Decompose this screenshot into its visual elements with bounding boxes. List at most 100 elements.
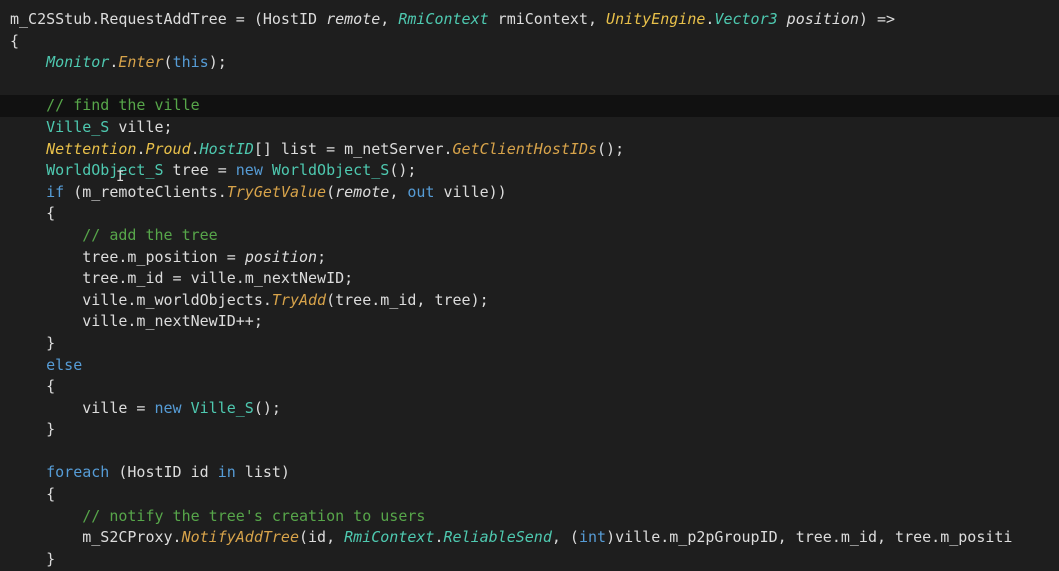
code-token: ville.m_worldObjects. xyxy=(10,290,272,309)
code-token: ) => xyxy=(858,10,896,28)
code-token: out xyxy=(407,182,435,201)
code-token: ville.m_nextNewID++; xyxy=(10,312,263,331)
code-line[interactable]: } xyxy=(10,333,1059,355)
code-line[interactable]: Ville_S ville; xyxy=(10,117,1059,139)
code-line[interactable]: { xyxy=(10,484,1059,506)
code-token: . xyxy=(190,139,200,158)
code-token: } xyxy=(10,549,56,568)
code-token: else xyxy=(46,355,83,374)
code-token: if xyxy=(46,182,65,201)
code-token: Nettention xyxy=(46,139,137,158)
code-token: UnityEngine xyxy=(606,10,706,28)
code-line[interactable] xyxy=(10,74,1059,96)
code-token: Ville_S xyxy=(46,117,110,136)
code-token: ville)) xyxy=(434,182,507,201)
code-token: RmiContext xyxy=(344,528,435,547)
code-token: ville = xyxy=(10,398,155,417)
code-token: m_C2SStub.RequestAddTree = (HostID xyxy=(10,10,327,28)
code-token: . xyxy=(434,528,444,547)
code-line[interactable]: m_C2SStub.RequestAddTree = (HostID remot… xyxy=(10,9,1059,31)
code-token: { xyxy=(10,485,56,504)
code-token: remote xyxy=(335,182,390,201)
code-line[interactable] xyxy=(10,441,1059,463)
code-token: RmiContext xyxy=(398,10,489,28)
code-line[interactable]: foreach (HostID id in list) xyxy=(10,462,1059,484)
code-token: GetClientHostIDs xyxy=(452,139,598,158)
code-token: // find the ville xyxy=(46,96,200,115)
code-token: } xyxy=(10,420,56,439)
code-line[interactable]: } xyxy=(10,419,1059,441)
code-token: TryAdd xyxy=(271,290,327,309)
code-token: tree.m_id = ville.m_nextNewID; xyxy=(10,269,354,288)
code-token: ( xyxy=(163,53,173,72)
code-line[interactable]: Nettention.Proud.HostID[] list = m_netSe… xyxy=(10,139,1059,161)
code-token: (); xyxy=(253,398,281,417)
code-token: rmiContext, xyxy=(488,10,607,28)
code-token: Monitor xyxy=(46,53,110,72)
code-line[interactable]: tree.m_position = position; xyxy=(10,247,1059,269)
code-token: [] list = m_netServer. xyxy=(253,139,453,158)
code-line[interactable]: ville = new Ville_S(); xyxy=(10,398,1059,420)
code-token: } xyxy=(10,333,56,352)
code-token: Proud xyxy=(145,139,191,158)
code-token: ; xyxy=(317,247,327,266)
code-token: Enter xyxy=(118,53,164,72)
code-line[interactable]: else xyxy=(10,355,1059,377)
code-token: (); xyxy=(389,161,417,180)
code-token: list) xyxy=(235,463,290,482)
code-token: { xyxy=(10,377,56,396)
code-line[interactable]: tree.m_id = ville.m_nextNewID; xyxy=(10,268,1059,290)
code-token: new xyxy=(154,398,182,417)
code-token: ( xyxy=(326,182,336,201)
code-token: ville; xyxy=(109,117,173,136)
code-line[interactable]: ville.m_worldObjects.TryAdd(tree.m_id, t… xyxy=(10,290,1059,312)
code-token: WorldObject_S xyxy=(271,161,390,180)
code-token: (m_remoteClients. xyxy=(64,182,227,201)
code-line[interactable]: } xyxy=(10,549,1059,571)
code-line[interactable]: // find the ville xyxy=(0,95,1059,117)
code-token: { xyxy=(10,204,56,223)
code-line[interactable]: ville.m_nextNewID++; xyxy=(10,311,1059,333)
code-token: { xyxy=(10,31,20,50)
code-token: ); xyxy=(208,53,227,72)
code-token: (); xyxy=(597,139,625,158)
code-editor[interactable]: m_C2SStub.RequestAddTree = (HostID remot… xyxy=(0,0,1059,571)
code-token: position xyxy=(786,10,859,28)
code-line[interactable]: WorldObject_S tree = new WorldObject_S()… xyxy=(10,160,1059,182)
code-token: TryGetValue xyxy=(226,182,327,201)
code-token: in xyxy=(217,463,236,482)
code-line[interactable]: // add the tree xyxy=(10,225,1059,247)
code-line[interactable]: // notify the tree's creation to users xyxy=(10,506,1059,528)
code-token: Vector3 xyxy=(714,10,778,28)
code-token: // add the tree xyxy=(82,225,218,244)
code-lines: m_C2SStub.RequestAddTree = (HostID remot… xyxy=(0,9,1059,571)
code-line[interactable]: m_S2CProxy.NotifyAddTree(id, RmiContext.… xyxy=(10,527,1059,549)
code-line[interactable]: { xyxy=(10,31,1059,53)
code-token: foreach xyxy=(46,463,110,482)
code-token: , ( xyxy=(551,528,579,547)
code-line[interactable]: { xyxy=(10,376,1059,398)
code-line[interactable]: { xyxy=(10,203,1059,225)
code-line[interactable]: if (m_remoteClients.TryGetValue(remote, … xyxy=(10,182,1059,204)
code-token: (tree.m_id, tree); xyxy=(326,290,489,309)
code-token: , xyxy=(380,10,399,28)
code-token: WorldObject_S xyxy=(46,161,164,180)
code-line[interactable]: Monitor.Enter(this); xyxy=(10,52,1059,74)
code-token: int xyxy=(578,528,607,547)
code-token: NotifyAddTree xyxy=(181,528,299,547)
code-token: )ville.m_p2pGroupID, tree.m_id, tree.m_p… xyxy=(606,528,1013,547)
code-token: new xyxy=(235,161,263,180)
code-token: ReliableSend xyxy=(443,528,552,547)
